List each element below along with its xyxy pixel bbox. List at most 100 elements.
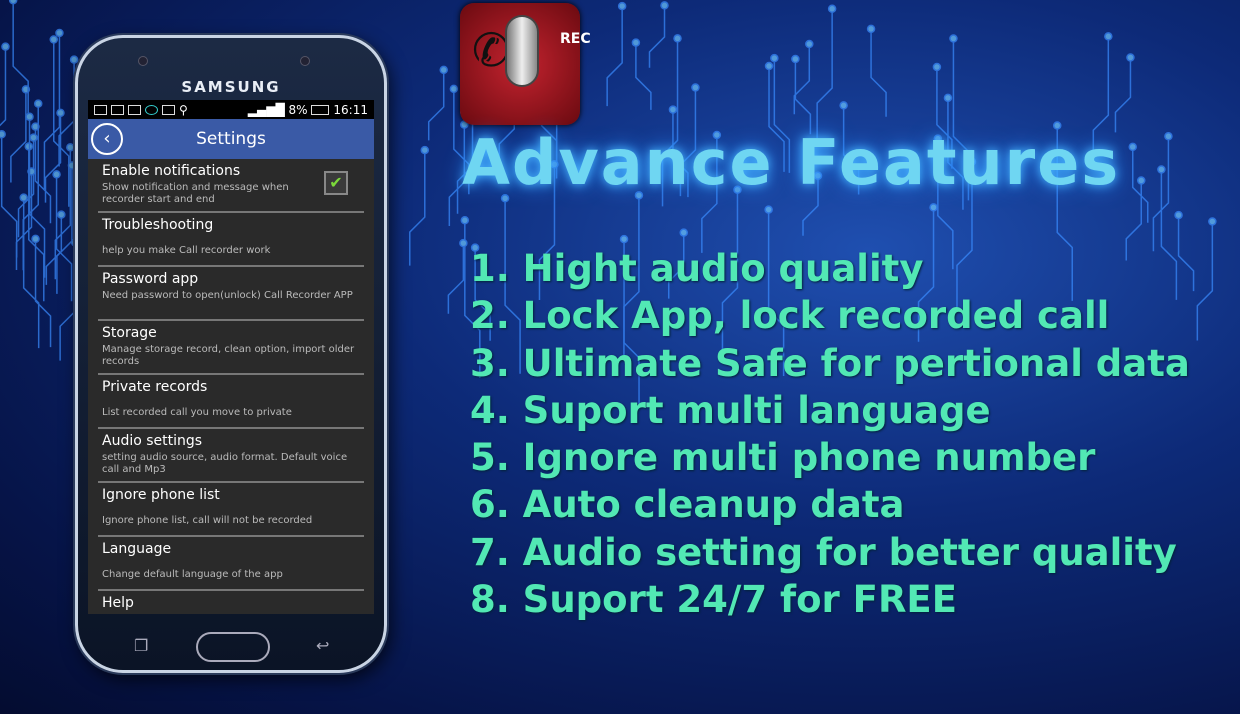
circuit-node <box>29 133 38 142</box>
circuit-node <box>866 24 876 34</box>
settings-item[interactable]: Language Change default language of the a… <box>98 537 364 591</box>
headline: Advance Features <box>462 126 1121 199</box>
feature-item: 2. Lock App, lock recorded call <box>470 294 1110 338</box>
settings-item-desc: setting audio source, audio format. Defa… <box>102 452 348 475</box>
circuit-node <box>631 38 641 47</box>
circuit-node <box>660 1 669 10</box>
circuit-node <box>31 234 40 244</box>
circuit-node <box>69 55 79 64</box>
feature-item: 7. Audio setting for better quality <box>470 530 1177 574</box>
circuit-node <box>33 99 43 108</box>
circuit-node <box>764 205 773 214</box>
circuit-node <box>1128 142 1137 152</box>
phone-brand: SAMSUNG <box>181 78 281 96</box>
settings-item[interactable]: Troubleshooting help you make Call record… <box>98 213 364 267</box>
settings-item-title: Enable notifications <box>102 163 241 179</box>
circuit-node <box>949 34 958 43</box>
notification-icons: ⚲ <box>94 103 188 117</box>
circuit-trace <box>816 8 833 143</box>
circuit-node <box>1164 132 1173 141</box>
settings-item-title: Storage <box>102 325 157 341</box>
circuit-node <box>55 28 64 38</box>
circuit-trace <box>10 89 27 183</box>
settings-item-title: Private records <box>102 379 208 395</box>
circuit-trace <box>427 69 445 141</box>
settings-list: Enable notifications Show notification an… <box>88 159 374 614</box>
signal-icon: ▂▄▆█ <box>247 102 285 117</box>
settings-item[interactable]: Enable notifications Show notification an… <box>98 159 364 213</box>
settings-item-title: Audio settings <box>102 433 203 449</box>
circuit-node <box>1208 217 1217 226</box>
settings-item-desc: Ignore phone list, call will not be reco… <box>102 515 313 526</box>
checkbox[interactable]: ✔ <box>324 171 348 195</box>
settings-item-desc: Manage storage record, clean option, imp… <box>102 344 355 367</box>
logo-rec-text: REC <box>560 31 591 47</box>
circuit-node <box>449 84 459 94</box>
circuit-node <box>673 34 682 43</box>
feature-item: 5. Ignore multi phone number <box>470 436 1096 480</box>
back-button[interactable]: ‹ <box>91 123 123 155</box>
settings-item-title: Ignore phone list <box>102 487 220 503</box>
settings-item[interactable]: Storage Manage storage record, clean opti… <box>98 321 364 375</box>
circuit-node <box>791 54 800 64</box>
circuit-node <box>1174 210 1183 220</box>
circuit-node <box>56 108 65 118</box>
circuit-node <box>932 62 942 72</box>
settings-item[interactable]: Ignore phone list Ignore phone list, call… <box>98 483 364 537</box>
phone-nav-bar: ❐ ↩ <box>78 628 384 668</box>
circuit-trace <box>0 46 7 127</box>
status-bar: ⚲ ▂▄▆█ 8% 16:11 <box>88 100 374 119</box>
feature-item: 1. Hight audio quality <box>470 247 924 290</box>
feature-item: 4. Suport multi language <box>470 388 991 432</box>
battery-icon <box>311 105 330 115</box>
settings-item-title: Help <box>102 595 134 611</box>
circuit-trace <box>44 112 62 203</box>
settings-item-desc: List recorded call you move to private <box>102 407 292 418</box>
microphone-icon <box>505 15 539 87</box>
settings-item[interactable]: Help <box>98 591 364 614</box>
circuit-node <box>8 0 18 5</box>
settings-item-desc: help you make Call recorder work <box>102 245 271 256</box>
app-logo: ✆ REC <box>460 3 591 125</box>
circuit-node <box>929 203 938 212</box>
circuit-node <box>1136 176 1146 185</box>
checkmark-icon: ✔ <box>329 173 343 192</box>
circuit-node <box>679 228 688 237</box>
circuit-node <box>1 42 10 51</box>
battery-percent: 8% <box>288 102 308 117</box>
circuit-node <box>668 105 678 114</box>
circuit-trace <box>635 42 652 110</box>
circuit-node <box>66 143 75 152</box>
back-arrow-icon[interactable]: ↩ <box>316 636 329 655</box>
circuit-node <box>943 93 953 103</box>
circuit-node <box>25 112 34 121</box>
settings-item-title: Language <box>102 541 172 557</box>
home-button[interactable] <box>196 632 270 662</box>
circuit-node <box>617 1 627 11</box>
settings-item[interactable]: Audio settings setting audio source, audi… <box>98 429 364 483</box>
settings-item[interactable]: Private records List recorded call you mo… <box>98 375 364 429</box>
circuit-node <box>691 83 700 92</box>
phone-mockup: SAMSUNG ⚲ ▂▄▆█ 8% 16:11 ‹ Settings Enabl… <box>75 35 387 673</box>
circuit-trace <box>870 28 887 117</box>
circuit-node <box>459 238 468 248</box>
circuit-node <box>619 234 629 244</box>
circuit-node <box>805 39 814 49</box>
circuit-trace <box>648 5 666 68</box>
circuit-node <box>0 130 6 139</box>
circuit-node <box>52 170 61 179</box>
circuit-node <box>764 61 774 71</box>
circuit-trace <box>794 59 812 135</box>
page-title: Settings <box>196 129 266 149</box>
sensor-icon <box>138 56 148 66</box>
circuit-trace <box>1196 221 1214 341</box>
circuit-trace <box>793 44 811 115</box>
settings-item-title: Password app <box>102 271 199 287</box>
circuit-node <box>1157 165 1166 174</box>
feature-item: 6. Auto cleanup data <box>470 483 905 527</box>
settings-item-desc: Show notification and message when recor… <box>102 182 289 205</box>
settings-item[interactable]: Password app Need password to open(unlock… <box>98 267 364 321</box>
circuit-node <box>839 101 848 110</box>
settings-item-desc: Need password to open(unlock) Call Recor… <box>102 290 353 301</box>
recent-apps-icon[interactable]: ❐ <box>134 636 148 655</box>
